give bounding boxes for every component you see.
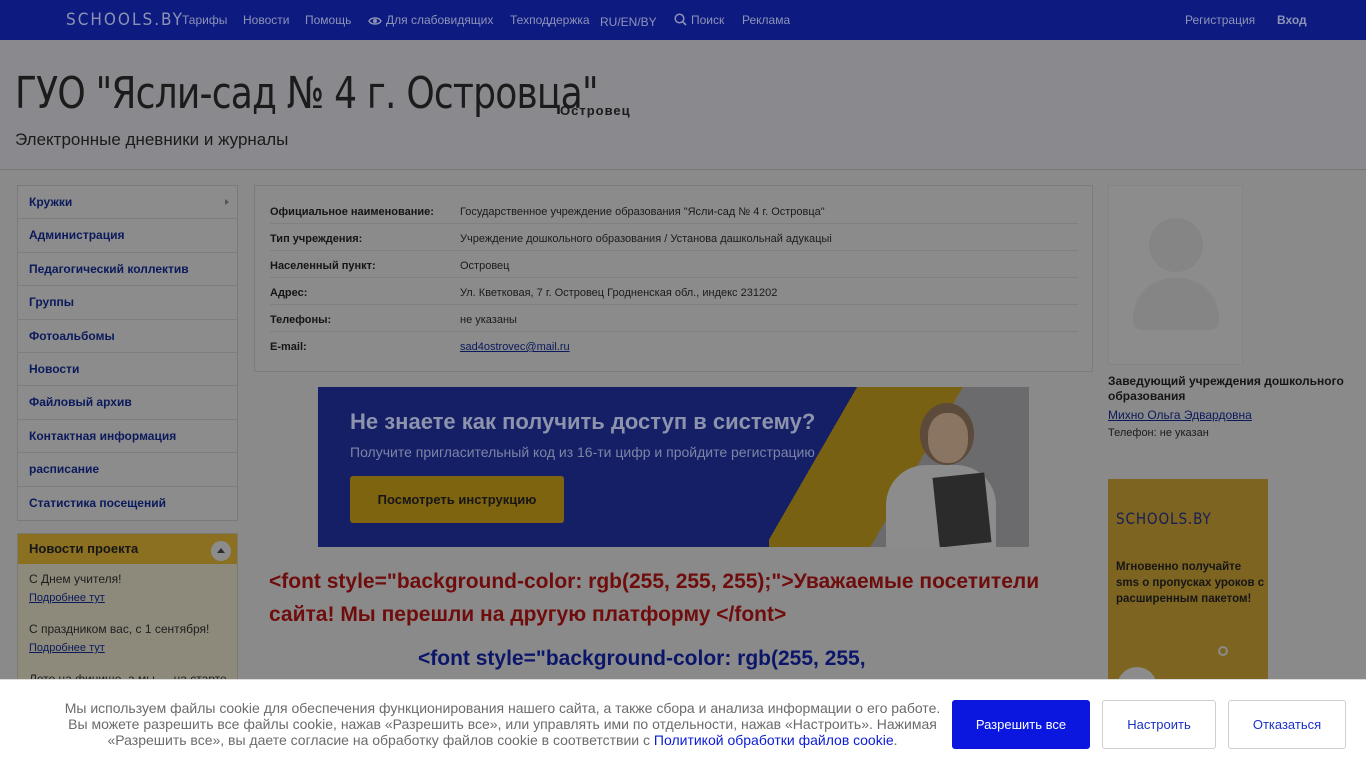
configure-button[interactable]: Настроить bbox=[1102, 700, 1216, 749]
nav-low-vision[interactable]: Для слабовидящих bbox=[368, 13, 493, 27]
nav-search-label: Поиск bbox=[691, 13, 725, 27]
head-phone: Телефон: не указан bbox=[1108, 427, 1209, 439]
sms-promo-banner[interactable]: SCHOOLS.BY Мгновенно получайте sms о про… bbox=[1108, 479, 1268, 693]
language-switch[interactable]: RU/EN/BY bbox=[600, 15, 657, 29]
view-instructions-button[interactable]: Посмотреть инструкцию bbox=[350, 476, 564, 523]
site-logo[interactable]: SCHOOLS.BY bbox=[66, 10, 184, 30]
info-label: E-mail: bbox=[270, 341, 307, 353]
email-link[interactable]: sad4ostrovec@mail.ru bbox=[460, 341, 570, 353]
cookie-text: Мы используем файлы cookie для обеспечен… bbox=[64, 700, 941, 748]
login-link[interactable]: Вход bbox=[1277, 13, 1307, 27]
user-placeholder-icon bbox=[1149, 218, 1203, 272]
user-placeholder-body bbox=[1133, 278, 1219, 330]
sidebar-item-administration[interactable]: Администрация bbox=[18, 219, 237, 253]
info-value: Учреждение дошкольного образования / Уст… bbox=[460, 233, 832, 245]
banner-text: Получите пригласительный код из 16-ти ци… bbox=[350, 444, 815, 460]
avatar bbox=[1108, 185, 1243, 365]
news-item-link[interactable]: Подробнее тут bbox=[29, 642, 234, 654]
sidebar-item-staff[interactable]: Педагогический коллектив bbox=[18, 253, 237, 287]
info-label: Официальное наименование: bbox=[270, 206, 434, 218]
nav-search[interactable]: Поиск bbox=[674, 13, 724, 27]
banner-heading: Не знаете как получить доступ в систему? bbox=[350, 409, 816, 434]
info-row: Телефоны: не указаны bbox=[270, 305, 1078, 332]
folder-illustration bbox=[932, 472, 992, 547]
info-row: Населенный пункт: Островец bbox=[270, 251, 1078, 278]
info-label: Телефоны: bbox=[270, 314, 332, 326]
page-title: ГУО "Ясли-сад № 4 г. Островца" bbox=[15, 68, 599, 119]
nav-help[interactable]: Помощь bbox=[305, 13, 351, 27]
school-info-table: Официальное наименование: Государственное… bbox=[254, 185, 1093, 372]
info-label: Населенный пункт: bbox=[270, 260, 376, 272]
sidebar-item-news[interactable]: Новости bbox=[18, 353, 237, 387]
info-row: E-mail: sad4ostrovec@mail.ru bbox=[270, 332, 1078, 359]
sidebar-item-photo-albums[interactable]: Фотоальбомы bbox=[18, 320, 237, 353]
announcement-text: <font style="background-color: rgb(255, … bbox=[269, 570, 1040, 626]
news-panel-header[interactable]: Новости проекта bbox=[18, 534, 237, 564]
info-row: Тип учреждения: Учреждение дошкольного об… bbox=[270, 224, 1078, 251]
sidebar-item-statistics[interactable]: Статистика посещений bbox=[18, 487, 237, 520]
cookie-consent-bar: Мы используем файлы cookie для обеспечен… bbox=[0, 679, 1366, 768]
info-row: Официальное наименование: Государственное… bbox=[270, 197, 1078, 224]
sidebar-item-label: Кружки bbox=[29, 195, 73, 209]
nav-tariffs[interactable]: Тарифы bbox=[182, 13, 227, 27]
news-item: С Днем учителя! Подробнее тут bbox=[29, 572, 234, 604]
head-name-link[interactable]: Михно Ольга Эдвардовна bbox=[1108, 408, 1252, 422]
sidebar-item-file-archive[interactable]: Файловый архив bbox=[18, 386, 237, 420]
info-label: Адрес: bbox=[270, 287, 308, 299]
promo-logo: SCHOOLS.BY bbox=[1116, 509, 1212, 528]
news-item: С праздником вас, с 1 сентября! Подробне… bbox=[29, 622, 234, 654]
promo-text: Мгновенно получайте sms о пропусках урок… bbox=[1116, 561, 1265, 605]
allow-all-button[interactable]: Разрешить все bbox=[952, 700, 1090, 749]
info-label: Тип учреждения: bbox=[270, 233, 363, 245]
chevron-right-icon bbox=[225, 199, 229, 205]
city-label: Островец bbox=[560, 103, 631, 118]
woman-illustration-face bbox=[928, 413, 968, 463]
register-link[interactable]: Регистрация bbox=[1185, 13, 1255, 27]
sidebar-item-clubs[interactable]: Кружки bbox=[18, 186, 237, 220]
info-value: Островец bbox=[460, 260, 510, 272]
news-item-text: С Днем учителя! bbox=[29, 572, 122, 586]
registration-banner[interactable]: Не знаете как получить доступ в систему?… bbox=[318, 387, 1029, 547]
sidebar-item-contacts[interactable]: Контактная информация bbox=[18, 420, 237, 454]
nav-news[interactable]: Новости bbox=[243, 13, 289, 27]
sidebar-item-schedule[interactable]: расписание bbox=[18, 453, 237, 487]
info-value: не указаны bbox=[460, 314, 517, 326]
decline-button[interactable]: Отказаться bbox=[1228, 700, 1346, 749]
project-news-panel: Новости проекта С Днем учителя! Подробне… bbox=[17, 533, 238, 693]
gear-icon bbox=[1218, 646, 1228, 656]
news-panel-title: Новости проекта bbox=[29, 541, 139, 556]
head-role: Заведующий учреждения дошкольного образо… bbox=[1108, 374, 1344, 403]
news-item-link[interactable]: Подробнее тут bbox=[29, 592, 234, 604]
nav-ads[interactable]: Реклама bbox=[742, 13, 790, 27]
page-subtitle: Электронные дневники и журналы bbox=[15, 130, 289, 149]
info-value: Государственное учреждение образования "… bbox=[460, 206, 825, 218]
news-item-text: С праздником вас, с 1 сентября! bbox=[29, 622, 210, 636]
sidebar-menu: Кружки Администрация Педагогический колл… bbox=[17, 185, 238, 521]
search-icon bbox=[674, 13, 687, 26]
nav-low-vision-label: Для слабовидящих bbox=[386, 13, 494, 27]
nav-support[interactable]: Техподдержка bbox=[510, 13, 590, 27]
collapse-icon[interactable] bbox=[211, 541, 231, 561]
info-value: Ул. Кветковая, 7 г. Островец Гродненская… bbox=[460, 287, 778, 299]
announcement-text-secondary: <font style="background-color: rgb(255, … bbox=[418, 647, 866, 670]
eye-icon bbox=[368, 17, 382, 25]
top-navigation-bar: SCHOOLS.BY Тарифы Новости Помощь Для сла… bbox=[0, 0, 1366, 40]
cookie-policy-link[interactable]: Политикой обработки файлов cookie bbox=[654, 732, 894, 748]
info-row: Адрес: Ул. Кветковая, 7 г. Островец Гродн… bbox=[270, 278, 1078, 305]
sidebar-item-groups[interactable]: Группы bbox=[18, 286, 237, 320]
